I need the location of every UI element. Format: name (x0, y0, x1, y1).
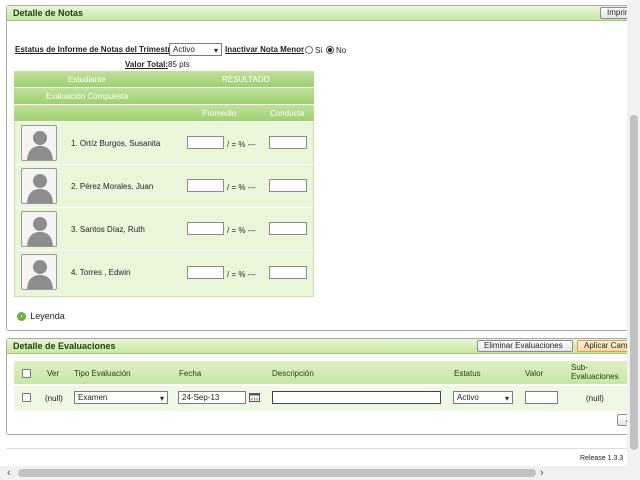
chevron-down-icon: ▾ (504, 394, 509, 403)
col-estudiante: Estudiante (68, 75, 106, 84)
table-row: 4. Torres , Edwin / = % --- (14, 251, 314, 297)
radio-no-label: No (336, 46, 347, 55)
estatus-evaluacion-select[interactable]: Activo ▾ (453, 391, 513, 404)
col-sub-evaluaciones: Sub- Evaluaciones (571, 363, 619, 381)
col-valor: Valor (525, 369, 544, 378)
radio-si-label: Si (315, 46, 323, 55)
tipo-evaluacion-select[interactable]: Examen ▾ (74, 391, 168, 404)
avatar (21, 254, 57, 290)
estatus-label: Estatus de Informe de Notas del Trimestr… (15, 45, 176, 54)
subheader-row: Promedio Conducta (14, 105, 314, 122)
fecha-value: 24-Sep-13 (182, 393, 220, 402)
descripcion-input[interactable] (272, 391, 441, 404)
student-table-header: Estudiante RESULTADO (14, 71, 314, 88)
student-name: 4. Torres , Edwin (71, 268, 131, 277)
notas-panel-header: Detalle de Notas Imprimir (7, 6, 640, 21)
select-all-checkbox[interactable] (22, 369, 31, 378)
student-name: 1. Ortíz Burgos, Susanita (71, 139, 161, 148)
col-descripcion: Descripción (272, 369, 314, 378)
radio-si[interactable] (305, 46, 313, 54)
calendar-icon[interactable] (249, 392, 260, 402)
table-row: 3. Santos Díaz, Ruth / = % --- (14, 208, 314, 251)
radio-no-dot (328, 48, 332, 52)
chevron-right-circle-icon: › (17, 311, 26, 321)
footer-divider (6, 448, 627, 449)
pct-text: / = % --- (227, 183, 256, 192)
radio-no[interactable] (326, 46, 334, 54)
evaluaciones-panel-title: Detalle de Evaluaciones (13, 341, 116, 351)
horizontal-scroll-thumb[interactable] (18, 469, 536, 477)
col-promedio: Promedio (202, 109, 237, 118)
scroll-right-icon[interactable]: › (540, 466, 544, 480)
valor-total-value: 85 pts (168, 60, 190, 69)
chevron-down-icon: ▾ (159, 394, 164, 403)
eliminar-evaluaciones-button[interactable]: Eliminar Evaluaciones (477, 340, 573, 352)
estatus-evaluacion-value: Activo (457, 393, 479, 402)
horizontal-scrollbar[interactable]: ‹ › (0, 466, 640, 480)
row-checkbox[interactable] (22, 393, 31, 402)
col-ver: Ver (47, 369, 60, 378)
vertical-scrollbar[interactable] (627, 0, 640, 466)
person-silhouette-icon (27, 174, 53, 203)
inactivar-label: Inactivar Nota Menor (225, 45, 305, 54)
table-row: 2. Pérez Morales, Juan / = % --- (14, 165, 314, 208)
tipo-evaluacion-value: Examen (78, 393, 108, 402)
conducta-input[interactable] (269, 222, 307, 235)
col-tipo: Tipo Evaluación (74, 369, 131, 378)
notas-panel-title: Detalle de Notas (13, 8, 84, 18)
conducta-input[interactable] (269, 136, 307, 149)
person-silhouette-icon (27, 260, 53, 289)
student-name: 2. Pérez Morales, Juan (71, 182, 154, 191)
vertical-scroll-thumb[interactable] (630, 115, 638, 450)
conducta-input[interactable] (269, 179, 307, 192)
valor-input[interactable] (525, 391, 558, 404)
avatar (21, 211, 57, 247)
promedio-input[interactable] (187, 136, 224, 149)
person-silhouette-icon (27, 131, 53, 160)
fecha-input[interactable]: 24-Sep-13 (178, 391, 246, 404)
evaluacion-compuesta-label: Evaluación Compuesta (46, 92, 129, 101)
valor-total-label: Valor Total: (125, 60, 168, 69)
table-row: 1. Ortíz Burgos, Susanita / = % --- (14, 122, 314, 165)
student-name: 3. Santos Díaz, Ruth (71, 225, 145, 234)
col-resultado: RESULTADO (222, 75, 270, 84)
estatus-select-value: Activo (173, 45, 195, 54)
scroll-left-icon[interactable]: ‹ (7, 466, 11, 480)
promedio-input[interactable] (187, 266, 224, 279)
leyenda-label: Leyenda (30, 311, 65, 321)
row-sub-evaluaciones: (null) (586, 394, 604, 403)
row-ver: (null) (45, 394, 63, 403)
pct-text: / = % --- (227, 226, 256, 235)
leyenda-toggle[interactable]: › Leyenda (17, 311, 65, 323)
pct-text: / = % --- (227, 270, 256, 279)
pct-text: / = % --- (227, 140, 256, 149)
promedio-input[interactable] (187, 179, 224, 192)
promedio-input[interactable] (187, 222, 224, 235)
evaluacion-compuesta-row: Evaluación Compuesta (14, 88, 314, 105)
release-label: Release 1.3.3 (580, 455, 624, 462)
page: Detalle de Notas Imprimir Estatus de Inf… (0, 0, 640, 480)
estatus-select[interactable]: Activo ▾ (169, 43, 222, 56)
avatar (21, 168, 57, 204)
col-conducta: Conducta (270, 109, 305, 118)
avatar (21, 125, 57, 161)
col-fecha: Fecha (179, 369, 202, 378)
person-silhouette-icon (27, 217, 53, 246)
conducta-input[interactable] (269, 266, 307, 279)
col-estatus: Estatus (454, 369, 481, 378)
evaluaciones-panel-header: Detalle de Evaluaciones Eliminar Evaluac… (7, 339, 637, 354)
chevron-down-icon: ▾ (213, 46, 218, 55)
